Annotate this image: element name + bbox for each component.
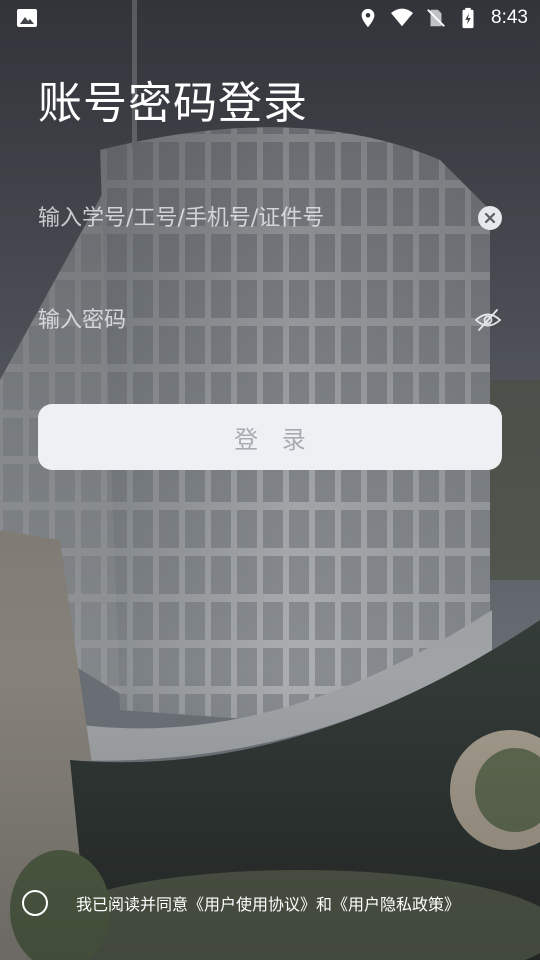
no-sim-icon bbox=[427, 9, 445, 27]
location-icon bbox=[361, 8, 375, 28]
login-button[interactable]: 登 录 bbox=[38, 404, 502, 470]
account-input[interactable] bbox=[38, 198, 458, 238]
user-agreement-link[interactable]: 《用户使用协议》 bbox=[188, 895, 316, 914]
agreement-row: 我已阅读并同意《用户使用协议》和《用户隐私政策》 bbox=[22, 886, 522, 920]
gallery-icon bbox=[17, 9, 37, 27]
eye-off-icon bbox=[474, 309, 502, 331]
account-field bbox=[38, 198, 502, 238]
agreement-text: 我已阅读并同意《用户使用协议》和《用户隐私政策》 bbox=[76, 891, 460, 915]
toggle-password-visibility-button[interactable] bbox=[474, 307, 502, 333]
privacy-policy-link[interactable]: 《用户隐私政策》 bbox=[332, 895, 460, 914]
password-field bbox=[38, 300, 502, 340]
agree-checkbox[interactable] bbox=[22, 890, 48, 916]
status-icons: 8:43 bbox=[357, 6, 528, 30]
agreement-prefix: 我已阅读并同意 bbox=[76, 895, 189, 914]
clear-account-button[interactable] bbox=[478, 206, 502, 230]
close-icon bbox=[484, 212, 496, 224]
agreement-connector: 和 bbox=[316, 895, 333, 914]
password-input[interactable] bbox=[38, 300, 458, 340]
page-title: 账号密码登录 bbox=[38, 78, 308, 129]
status-bar: 8:43 bbox=[0, 0, 540, 36]
login-screen: 8:43 账号密码登录 登 录 bbox=[0, 0, 540, 960]
status-time: 8:43 bbox=[491, 7, 528, 28]
login-form: 账号密码登录 登 录 我 bbox=[0, 0, 540, 960]
wifi-icon bbox=[391, 8, 414, 27]
battery-icon bbox=[462, 7, 474, 29]
